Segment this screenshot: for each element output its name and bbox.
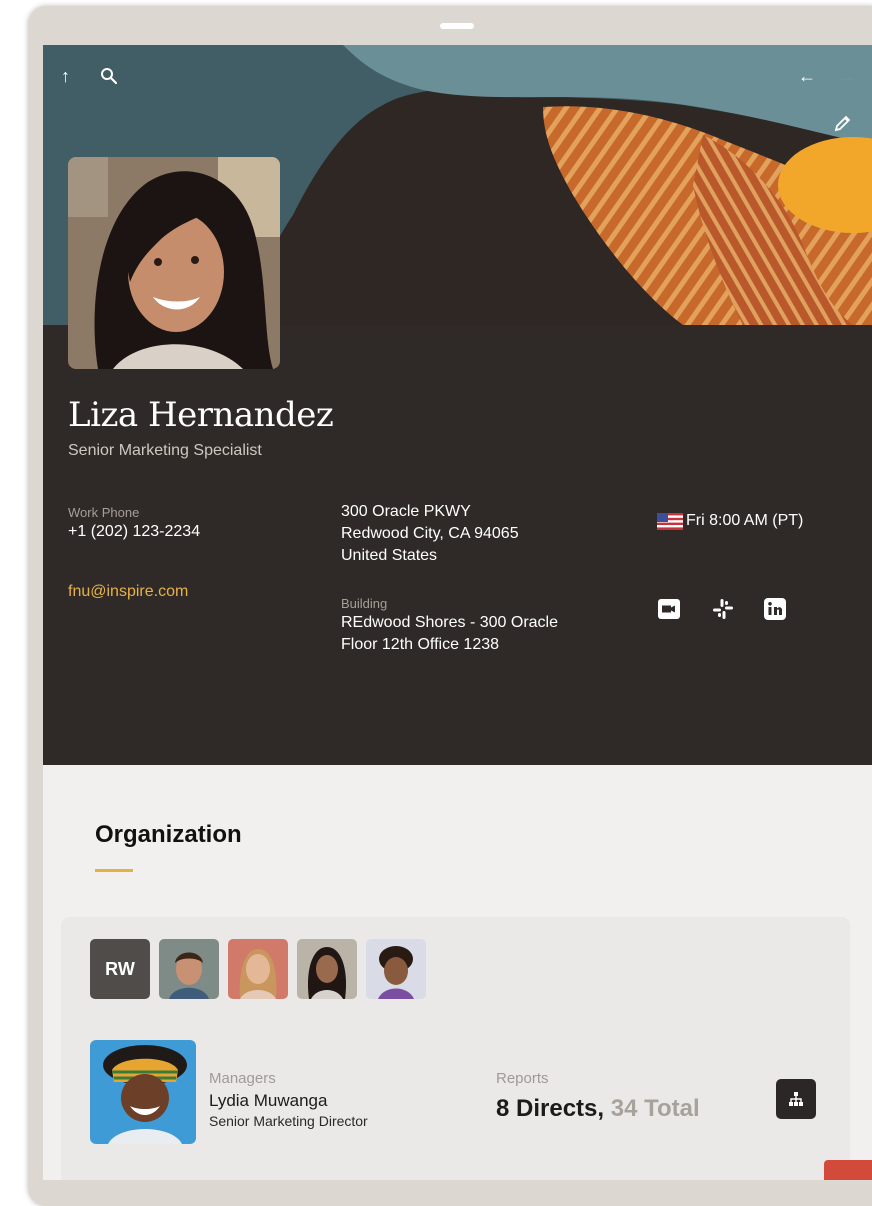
organization-heading: Organization: [95, 821, 242, 848]
building-line-2: Floor 12th Office 1238: [341, 636, 500, 653]
manager-photo[interactable]: [90, 1040, 196, 1144]
right-arrow-icon[interactable]: →: [838, 67, 856, 85]
local-time: Fri 8:00 AM (PT): [686, 512, 804, 529]
team-avatar[interactable]: [366, 939, 426, 999]
team-avatar[interactable]: [159, 939, 219, 999]
reports-label: Reports: [496, 1070, 549, 1087]
address-line-2: Redwood City, CA 94065: [341, 525, 519, 542]
team-avatar-rw[interactable]: RW: [90, 939, 150, 999]
profile-title: Senior Marketing Specialist: [68, 442, 262, 459]
team-avatar[interactable]: [297, 939, 357, 999]
left-arrow-icon[interactable]: ←: [798, 67, 816, 85]
work-phone[interactable]: +1 (202) 123-2234: [68, 521, 200, 543]
building-label: Building: [341, 596, 388, 611]
slack-icon[interactable]: [711, 597, 735, 621]
address-line-1: 300 Oracle PKWY: [341, 503, 471, 520]
profile-name: Liza Hernandez: [68, 395, 334, 435]
email-link[interactable]: fnu@inspire.com: [68, 583, 188, 601]
us-flag-icon: [657, 513, 683, 530]
team-avatar[interactable]: [228, 939, 288, 999]
address-line-3: United States: [341, 547, 438, 564]
building-line-1: REdwood Shores - 300 Oracle: [341, 614, 558, 631]
video-icon[interactable]: [657, 597, 681, 621]
up-arrow-icon[interactable]: ↑: [61, 67, 70, 85]
profile-header: ↑ ← → Liza Hernandez Senior Marketing Sp…: [43, 45, 872, 765]
drag-handle[interactable]: [440, 23, 474, 29]
directs-count: 8 Directs,: [496, 1095, 605, 1122]
pencil-icon[interactable]: [833, 113, 853, 133]
managers-label: Managers: [209, 1070, 276, 1087]
hierarchy-icon: [789, 1092, 803, 1106]
org-chart-button[interactable]: [776, 1079, 816, 1119]
total-count: 34 Total: [610, 1095, 700, 1122]
search-icon[interactable]: [100, 67, 118, 85]
linkedin-icon[interactable]: [763, 597, 787, 621]
work-phone-label: Work Phone: [68, 505, 140, 520]
profile-photo: [68, 157, 280, 369]
profile-screen: ↑ ← → Liza Hernandez Senior Marketing Sp…: [43, 45, 872, 1180]
heading-underline: [95, 869, 133, 872]
reports-summary[interactable]: 8 Directs, 34 Total: [496, 1095, 700, 1123]
manager-name[interactable]: Lydia Muwanga: [209, 1091, 327, 1111]
manager-title: Senior Marketing Director: [209, 1113, 368, 1129]
notification-badge[interactable]: [824, 1160, 872, 1180]
